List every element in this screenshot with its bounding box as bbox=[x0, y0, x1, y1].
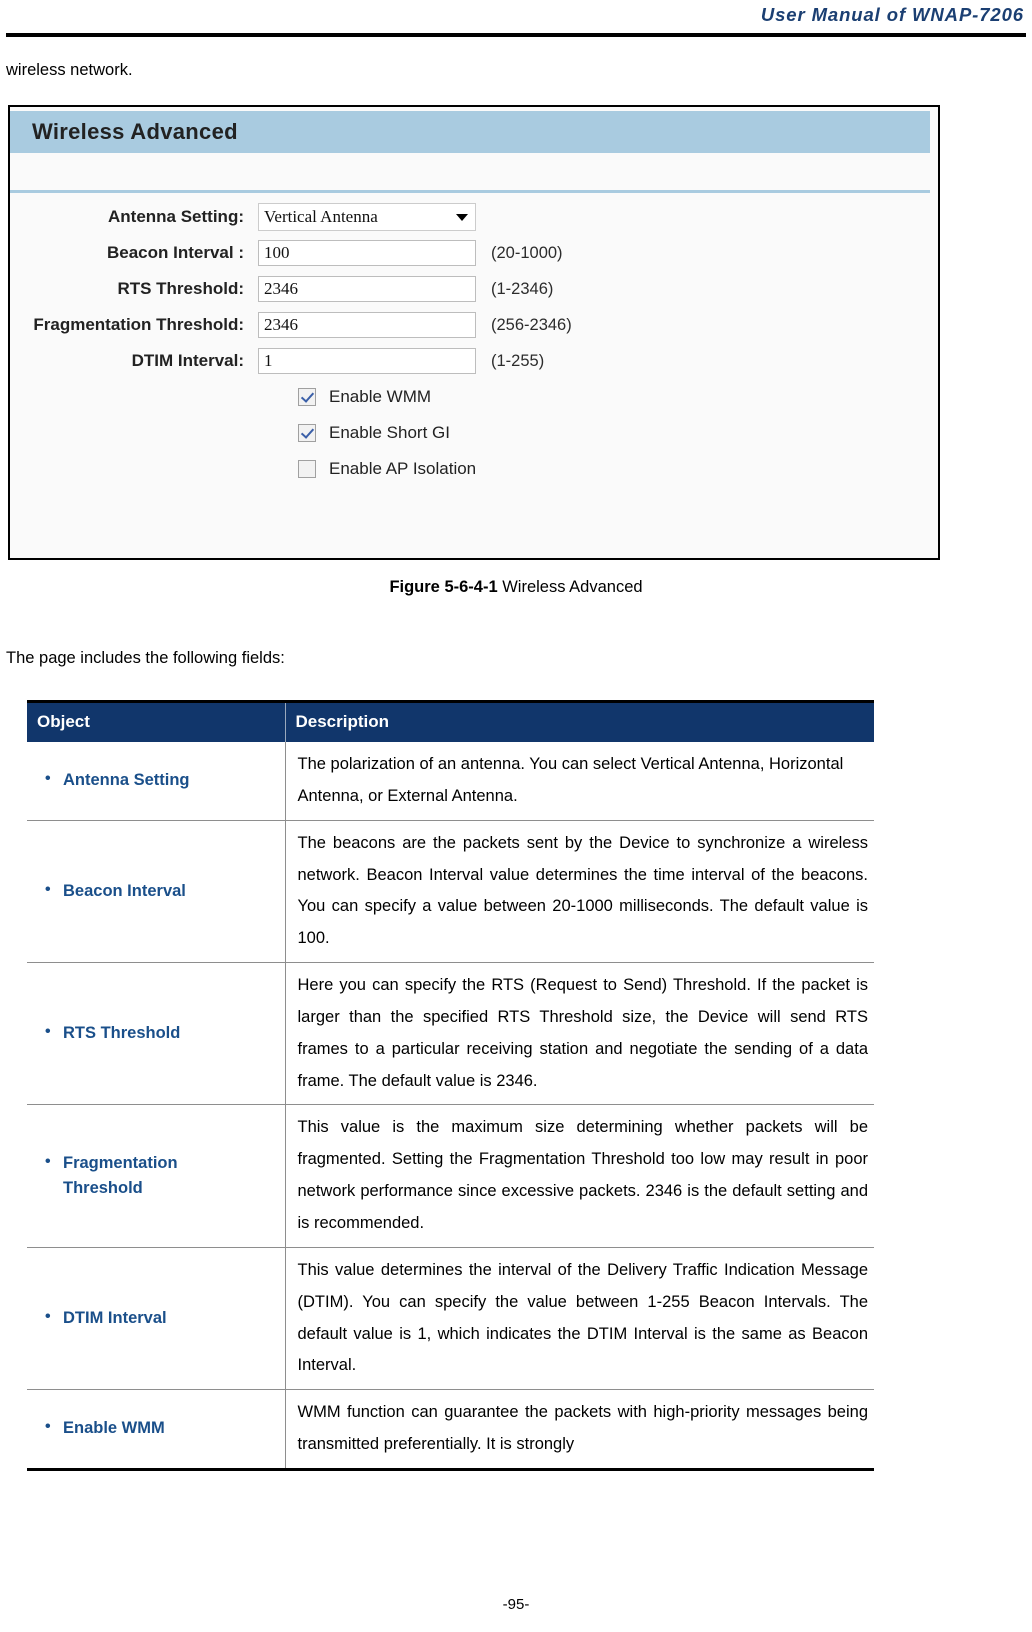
form-row-beacon-interval: Beacon Interval : 100 (20-1000) bbox=[10, 235, 938, 271]
chevron-down-icon bbox=[456, 213, 468, 221]
form-row-fragmentation-threshold: Fragmentation Threshold: 2346 (256-2346) bbox=[10, 307, 938, 343]
table-cell-description: This value determines the interval of th… bbox=[285, 1246, 874, 1390]
table-cell-description: The polarization of an antenna. You can … bbox=[285, 742, 874, 820]
table-cell-description: Here you can specify the RTS (Request to… bbox=[285, 962, 874, 1105]
checkbox-row-enable-ap-isolation: Enable AP Isolation bbox=[10, 451, 938, 487]
rts-threshold-field: 2346 (1-2346) bbox=[258, 276, 553, 302]
rts-threshold-input[interactable]: 2346 bbox=[258, 276, 476, 302]
table-row: Enable WMM WMM function can guarantee th… bbox=[27, 1389, 874, 1470]
object-label: Antenna Setting bbox=[41, 767, 279, 794]
table-cell-description: The beacons are the packets sent by the … bbox=[285, 819, 874, 963]
manual-title: User Manual of WNAP-7206 bbox=[760, 4, 1024, 25]
beacon-interval-range-hint: (20-1000) bbox=[491, 243, 563, 262]
table-cell-object: Enable WMM bbox=[27, 1389, 286, 1470]
page-header: User Manual of WNAP-7206 bbox=[0, 0, 1032, 40]
figure-caption: Figure 5-6-4-1 Wireless Advanced bbox=[0, 578, 1032, 597]
description-text: The beacons are the packets sent by the … bbox=[297, 833, 869, 948]
object-label: Enable WMM bbox=[41, 1415, 279, 1442]
table-row: Fragmentation Threshold This value is the… bbox=[27, 1104, 874, 1248]
dtim-interval-range-hint: (1-255) bbox=[491, 351, 545, 370]
fragmentation-threshold-label: Fragmentation Threshold: bbox=[33, 315, 244, 334]
enable-wmm-label: Enable WMM bbox=[329, 387, 432, 406]
panel-divider-top bbox=[10, 190, 930, 193]
header-rule bbox=[6, 33, 1026, 37]
description-text: Here you can specify the RTS (Request to… bbox=[297, 976, 869, 1090]
form-row-antenna-setting: Antenna Setting: Vertical Antenna bbox=[10, 199, 938, 235]
fields-intro-paragraph: The page includes the following fields: bbox=[6, 649, 285, 667]
description-text: This value determines the interval of th… bbox=[297, 1260, 869, 1375]
table-cell-object: Fragmentation Threshold bbox=[27, 1104, 286, 1248]
form-row-dtim-interval: DTIM Interval: 1 (1-255) bbox=[10, 343, 938, 379]
table-row: Antenna Setting The polarization of an a… bbox=[27, 742, 874, 821]
rts-threshold-label: RTS Threshold: bbox=[117, 279, 244, 298]
object-label-line: Fragmentation bbox=[63, 1153, 178, 1172]
description-text: The polarization of an antenna. You can … bbox=[297, 755, 844, 805]
enable-wmm-checkbox[interactable] bbox=[298, 388, 316, 406]
antenna-setting-label: Antenna Setting: bbox=[108, 207, 244, 226]
dtim-interval-label: DTIM Interval: bbox=[131, 351, 244, 370]
dtim-interval-input[interactable]: 1 bbox=[258, 348, 476, 374]
table-row: RTS Threshold Here you can specify the R… bbox=[27, 962, 874, 1105]
antenna-setting-select[interactable]: Vertical Antenna bbox=[258, 203, 476, 231]
object-label-line: Threshold bbox=[63, 1179, 143, 1198]
description-text: This value is the maximum size determini… bbox=[297, 1118, 869, 1232]
dtim-interval-field: 1 (1-255) bbox=[258, 348, 544, 374]
checkbox-row-enable-wmm: Enable WMM bbox=[10, 379, 938, 415]
enable-ap-isolation-label: Enable AP Isolation bbox=[329, 459, 477, 478]
table-header-row: Object Description bbox=[27, 701, 874, 742]
table-cell-object: RTS Threshold bbox=[27, 962, 286, 1105]
table-row: DTIM Interval This value determines the … bbox=[27, 1246, 874, 1390]
enable-short-gi-label: Enable Short GI bbox=[329, 423, 450, 442]
figure-number: Figure 5-6-4-1 bbox=[389, 578, 498, 596]
object-label: Beacon Interval bbox=[41, 878, 279, 905]
object-label: RTS Threshold bbox=[41, 1020, 279, 1047]
wireless-advanced-screenshot: Wireless Advanced Antenna Setting: Verti… bbox=[8, 105, 940, 560]
beacon-interval-field: 100 (20-1000) bbox=[258, 240, 563, 266]
beacon-interval-input[interactable]: 100 bbox=[258, 240, 476, 266]
panel-titlebar: Wireless Advanced bbox=[10, 111, 930, 153]
field-description-table: Object Description Antenna Setting The p… bbox=[27, 700, 874, 1471]
settings-form: Antenna Setting: Vertical Antenna Beacon… bbox=[10, 199, 938, 487]
fragmentation-threshold-range-hint: (256-2346) bbox=[491, 315, 572, 334]
table-cell-description: WMM function can guarantee the packets w… bbox=[285, 1389, 874, 1470]
figure-caption-text: Wireless Advanced bbox=[502, 578, 643, 596]
object-label: Fragmentation Threshold bbox=[41, 1150, 279, 1202]
table-cell-object: DTIM Interval bbox=[27, 1246, 286, 1390]
page-number: -95- bbox=[502, 1596, 530, 1613]
intro-paragraph: wireless network. bbox=[6, 61, 133, 79]
rts-threshold-range-hint: (1-2346) bbox=[491, 279, 554, 298]
panel-title: Wireless Advanced bbox=[32, 119, 238, 144]
checkbox-row-enable-short-gi: Enable Short GI bbox=[10, 415, 938, 451]
table-cell-description: This value is the maximum size determini… bbox=[285, 1104, 874, 1248]
column-header-object: Object bbox=[27, 701, 286, 742]
fragmentation-threshold-input[interactable]: 2346 bbox=[258, 312, 476, 338]
enable-ap-isolation-checkbox[interactable] bbox=[298, 460, 316, 478]
form-row-rts-threshold: RTS Threshold: 2346 (1-2346) bbox=[10, 271, 938, 307]
antenna-setting-value: Vertical Antenna bbox=[264, 207, 378, 226]
object-label: DTIM Interval bbox=[41, 1305, 279, 1332]
enable-short-gi-checkbox[interactable] bbox=[298, 424, 316, 442]
fragmentation-threshold-field: 2346 (256-2346) bbox=[258, 312, 572, 338]
table-cell-object: Antenna Setting bbox=[27, 742, 286, 821]
table-row: Beacon Interval The beacons are the pack… bbox=[27, 819, 874, 963]
antenna-setting-field: Vertical Antenna bbox=[258, 203, 476, 231]
beacon-interval-label: Beacon Interval : bbox=[107, 243, 244, 262]
column-header-description: Description bbox=[285, 701, 874, 742]
table-cell-object: Beacon Interval bbox=[27, 819, 286, 963]
description-text: WMM function can guarantee the packets w… bbox=[297, 1403, 869, 1454]
page-footer: -95- bbox=[0, 1596, 1032, 1613]
